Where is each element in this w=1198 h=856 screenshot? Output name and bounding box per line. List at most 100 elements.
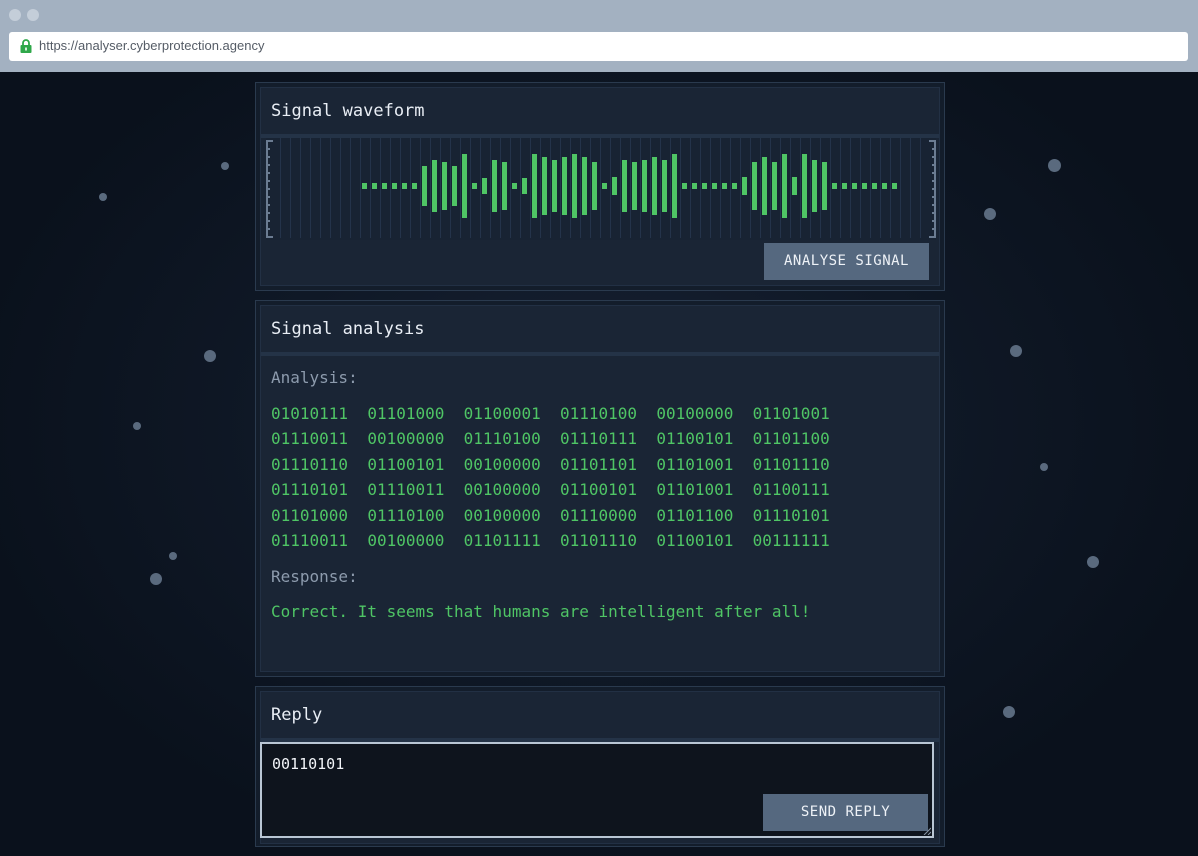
binary-row: 01010111 01101000 01100001 01110100 0010… [271,404,830,423]
waveform-grid-line [480,138,481,238]
send-reply-button[interactable]: SEND REPLY [763,794,928,831]
waveform-bar [782,154,787,218]
waveform-grid-line [690,138,691,238]
analysis-panel-inner: Signal analysis Analysis: 01010111 01101… [260,305,940,672]
waveform-grid-line [870,138,871,238]
resize-handle-icon[interactable] [923,827,931,835]
waveform-bar [582,157,587,215]
waveform-grid-line [390,138,391,238]
waveform-grid-line [680,138,681,238]
star [1010,345,1022,357]
waveform-grid-line [340,138,341,238]
waveform-bar [822,162,827,210]
binary-row: 01110011 00100000 01101111 01101110 0110… [271,531,830,550]
star [221,162,229,170]
waveform-grid-line [300,138,301,238]
star [1040,463,1048,471]
waveform-bar [802,154,807,218]
waveform-grid-line [700,138,701,238]
window-control-dot[interactable] [9,9,21,21]
waveform-grid-line [320,138,321,238]
waveform-bar [592,162,597,210]
waveform-grid-line [920,138,921,238]
waveform-bar [602,183,607,189]
waveform-grid-line [640,138,641,238]
waveform-bar [892,183,897,189]
waveform-bar [432,160,437,212]
waveform-bar [422,166,427,206]
waveform-bar [562,157,567,215]
waveform-bar [722,183,727,189]
waveform-grid-line [820,138,821,238]
waveform-grid-line [670,138,671,238]
ruler-spine [934,140,936,238]
waveform-bar [452,166,457,206]
waveform-grid-line [890,138,891,238]
waveform-grid-line [290,138,291,238]
waveform-bar [772,162,777,210]
analysis-label: Analysis: [271,368,358,387]
waveform-bar [462,154,467,218]
waveform-grid-line [470,138,471,238]
waveform-grid-line [280,138,281,238]
waveform-grid-line [880,138,881,238]
waveform-bar [622,160,627,212]
waveform-grid-line [600,138,601,238]
waveform-bar [532,154,537,218]
waveform-grid-line [540,138,541,238]
window-control-dot[interactable] [27,9,39,21]
waveform-grid-line [430,138,431,238]
waveform-bar [652,157,657,215]
waveform-bar [732,183,737,189]
waveform-grid-line [710,138,711,238]
waveform-bar [752,162,757,210]
waveform-bar [542,157,547,215]
waveform-grid-line [630,138,631,238]
waveform-bar [642,160,647,212]
analyse-signal-button[interactable]: ANALYSE SIGNAL [764,243,929,280]
waveform-grid-line [310,138,311,238]
star [150,573,162,585]
waveform-bar [812,160,817,212]
binary-row: 01110011 00100000 01110100 01110111 0110… [271,429,830,448]
waveform-grid-line [730,138,731,238]
waveform-title: Signal waveform [261,88,939,138]
waveform-grid-line [740,138,741,238]
star [1087,556,1099,568]
waveform-bar [412,183,417,189]
reply-textarea[interactable]: SEND REPLY [260,742,934,838]
star [1003,706,1015,718]
waveform-bar [402,183,407,189]
waveform-bar [612,177,617,195]
waveform-grid-line [780,138,781,238]
waveform-grid-line [770,138,771,238]
waveform-bar [862,183,867,189]
waveform-bar [882,183,887,189]
address-bar[interactable]: https://analyser.cyberprotection.agency [9,32,1188,61]
waveform-bar [482,178,487,194]
lock-icon [20,39,32,53]
waveform-grid-line [330,138,331,238]
waveform-grid-line [360,138,361,238]
waveform-grid-line [530,138,531,238]
reply-input[interactable] [270,752,754,776]
waveform-bar [832,183,837,189]
waveform-panel-inner: Signal waveform ANALYSE SIGNAL [260,87,940,286]
waveform-bar [672,154,677,218]
waveform-bar [792,177,797,195]
waveform-grid-line [570,138,571,238]
waveform-bar [372,183,377,189]
response-text: Correct. It seems that humans are intell… [271,602,811,621]
waveform-grid-line [590,138,591,238]
waveform-grid-line [500,138,501,238]
waveform-grid-line [510,138,511,238]
binary-row: 01110101 01110011 00100000 01100101 0110… [271,480,830,499]
waveform-bar [382,183,387,189]
waveform-grid-line [660,138,661,238]
star [99,193,107,201]
waveform-grid-line [460,138,461,238]
waveform-bar [572,154,577,218]
waveform-display [266,138,936,240]
waveform-bar [682,183,687,189]
waveform-grid-line [370,138,371,238]
